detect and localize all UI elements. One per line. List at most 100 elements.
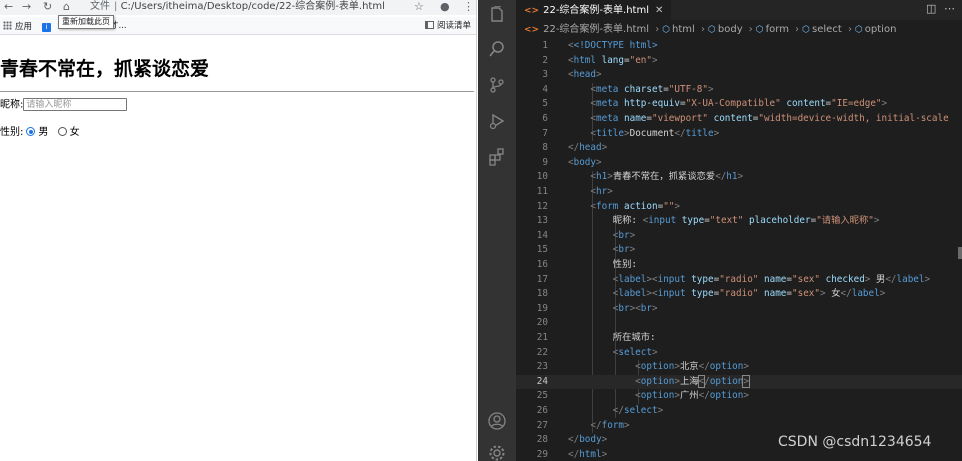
code-line: 14 <br> [516, 229, 962, 244]
reload-icon[interactable]: ↻ [43, 0, 52, 14]
nickname-label: 昵称: [0, 99, 24, 111]
code-attr: type [681, 215, 705, 227]
breadcrumb-option[interactable]: option [865, 24, 897, 35]
code-line-active: 24 <option>上海</option> [516, 374, 962, 390]
code-line: 27 </form> [516, 419, 962, 434]
line-number: 3 [542, 69, 548, 81]
code-tag: head [573, 69, 596, 81]
bookmark-favicon-icon: i [42, 23, 51, 32]
browser-window: ← → ↻ ⌂ 文件 | C:/Users/itheima/Desktop/cod… [0, 0, 477, 461]
bookmark-apps[interactable]: 应用 [3, 21, 32, 33]
code-line: 15 <br> [516, 243, 962, 258]
chevron-right-icon: › [748, 24, 753, 35]
code-line: 8 </head> [516, 141, 962, 156]
line-number: 28 [536, 434, 548, 446]
code-line: 21 所在城市: [516, 331, 962, 346]
extensions-icon[interactable] [488, 148, 506, 166]
male-radio[interactable] [26, 127, 36, 136]
bookmark-apps-label: 应用 [15, 22, 33, 32]
line-number: 20 [536, 317, 548, 329]
line-number: 5 [542, 98, 548, 110]
line-number: 21 [536, 332, 548, 343]
home-icon[interactable]: ⌂ [63, 0, 70, 14]
bookmark-star-icon[interactable]: ☆ [414, 0, 424, 14]
code-text: 性别: [612, 259, 637, 270]
code-tag: html [573, 54, 596, 66]
split-editor-icon[interactable]: ◫ [926, 0, 936, 18]
activity-bar [478, 0, 516, 461]
search-icon[interactable] [488, 40, 506, 58]
breadcrumb-file[interactable]: 22-综合案例-表单.html [543, 24, 649, 35]
apps-grid-icon [3, 21, 12, 30]
code-attr: type [691, 273, 714, 285]
code-string: "viewport" [652, 113, 708, 124]
breadcrumb-html[interactable]: html [672, 24, 695, 35]
vscode-window: <> 22-综合案例-表单.html ✕ ◫ ⋯ <> 22-综合案例-表单.html… [478, 0, 962, 461]
source-control-icon[interactable] [488, 76, 506, 94]
nickname-row: 昵称: [0, 98, 128, 113]
reading-list-icon [425, 21, 434, 29]
code-tag: select [623, 405, 658, 416]
code-line: 12 <form action=""> [516, 200, 962, 215]
forward-arrow-icon[interactable]: → [22, 0, 31, 14]
close-icon[interactable]: ✕ [655, 5, 663, 16]
scrollbar-thumb[interactable] [958, 247, 962, 259]
line-number: 25 [536, 390, 548, 402]
line-number: 19 [536, 302, 548, 314]
code-text: 青春不常在，抓紧谈恋爱 [612, 171, 716, 183]
code-string: "text" [709, 215, 744, 227]
back-arrow-icon[interactable]: ← [4, 0, 13, 14]
code-line: 4 <meta charset="UTF-8"> [516, 83, 962, 98]
code-attr: placeholder [749, 215, 811, 227]
code-attr: checked [825, 273, 865, 285]
account-icon[interactable] [488, 412, 506, 430]
female-radio[interactable] [57, 127, 67, 136]
reading-list[interactable]: 阅读清单 [425, 21, 471, 32]
code-text: 广州 [679, 390, 699, 402]
code-line: 9 <body> [516, 156, 962, 171]
code-text: 所在城市: [612, 332, 656, 343]
code-tag: option [640, 361, 675, 373]
chevron-right-icon: › [847, 24, 852, 35]
line-number: 11 [536, 186, 548, 197]
code-text: 上海 [679, 375, 699, 387]
horizontal-rule [0, 91, 474, 92]
chevron-right-icon: › [795, 24, 800, 35]
line-number: 8 [542, 142, 548, 154]
code-line: 13 昵称: <input type="text" placeholder="请… [516, 214, 962, 229]
explorer-icon[interactable] [488, 6, 506, 24]
more-actions-icon[interactable]: ⋯ [944, 0, 955, 18]
chevron-right-icon: › [701, 24, 706, 35]
code-tag: meta [596, 113, 619, 124]
code-tag: option [640, 375, 675, 387]
profile-icon[interactable]: ● [440, 0, 450, 14]
code-tag: head [579, 142, 602, 154]
breadcrumb-body[interactable]: body [718, 24, 743, 35]
editor-tab-active[interactable]: <> 22-综合案例-表单.html ✕ [516, 0, 672, 20]
line-number: 6 [542, 113, 548, 124]
run-debug-icon[interactable] [488, 112, 506, 130]
code-string: "UTF-8" [668, 83, 708, 95]
settings-gear-icon[interactable] [488, 444, 506, 461]
female-label: 女 [69, 127, 80, 138]
menu-kebab-icon[interactable]: ⋮ [463, 0, 474, 14]
line-number: 24 [536, 375, 548, 387]
line-number: 29 [536, 448, 548, 460]
code-attr: action [624, 200, 658, 212]
nickname-input[interactable] [23, 98, 128, 111]
line-number: 4 [542, 83, 548, 95]
code-tag: br [640, 302, 652, 314]
reading-list-label: 阅读清单 [437, 21, 472, 31]
code-editor[interactable]: 1 <<!DOCTYPE html> 2 <html lang="en"> 3 <he… [516, 39, 962, 461]
line-number: 2 [542, 54, 548, 66]
line-number: 1 [542, 40, 548, 51]
code-string: "IE=edge" [831, 98, 882, 110]
breadcrumb-select[interactable]: select [812, 24, 842, 35]
code-string: "X-UA-Compatible" [685, 98, 781, 110]
code-attr: type [691, 288, 714, 300]
breadcrumb-form[interactable]: form [766, 24, 789, 35]
address-bar[interactable]: 文件 | C:/Users/itheima/Desktop/code/22-综合案… [90, 0, 405, 14]
code-line: 1 <<!DOCTYPE html> [516, 39, 962, 54]
code-line: 20 [516, 316, 962, 331]
code-tag: input [648, 215, 677, 227]
